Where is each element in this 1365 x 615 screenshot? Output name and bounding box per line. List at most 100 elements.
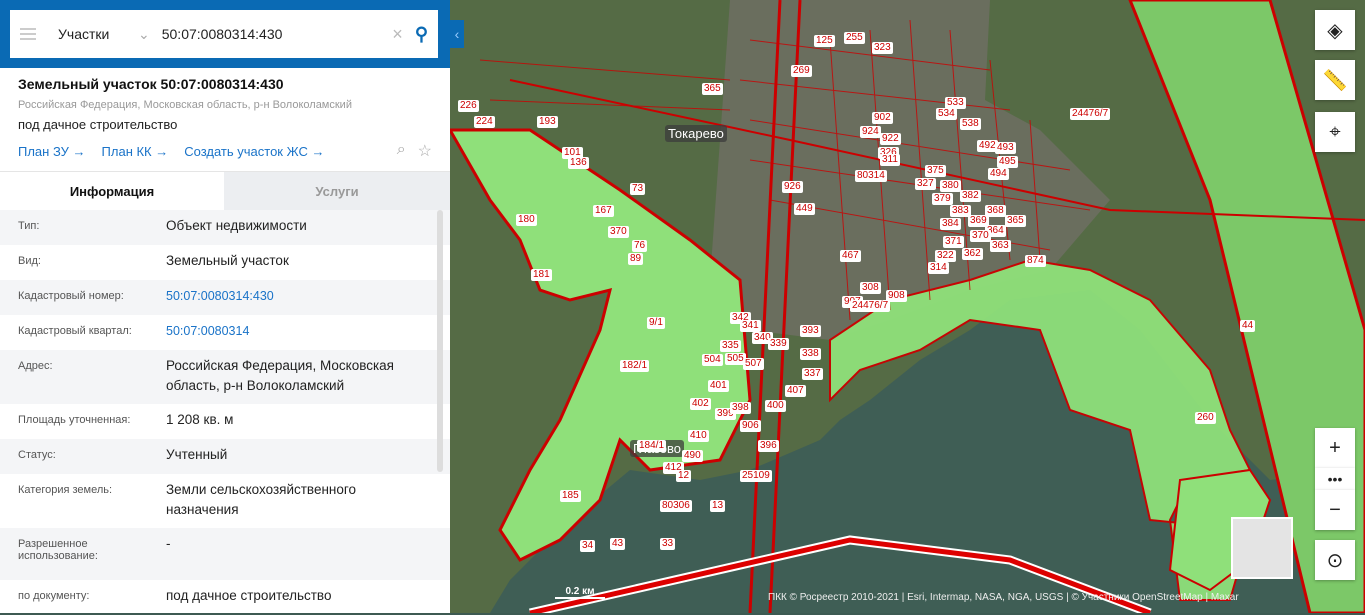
parcel-label[interactable]: 9/1: [647, 317, 665, 329]
tab-info[interactable]: Информация: [0, 172, 224, 210]
basemap-minimap[interactable]: [1231, 517, 1293, 579]
parcel-label[interactable]: 338: [800, 348, 821, 360]
parcel-label[interactable]: 407: [785, 385, 806, 397]
star-icon[interactable]: ☆: [418, 141, 432, 161]
parcel-label[interactable]: 490: [682, 450, 703, 462]
layer-select[interactable]: Участки: [58, 26, 138, 42]
scrollbar[interactable]: [437, 210, 443, 472]
parcel-label[interactable]: 410: [688, 430, 709, 442]
parcel-label[interactable]: 375: [925, 165, 946, 177]
parcel-label[interactable]: 34: [580, 540, 596, 552]
parcel-label[interactable]: 314: [928, 262, 949, 274]
parcel-label[interactable]: 449: [794, 203, 815, 215]
parcel-label[interactable]: 339: [768, 338, 789, 350]
parcel-label[interactable]: 73: [630, 183, 646, 195]
parcel-label[interactable]: 185: [560, 490, 581, 502]
parcel-label[interactable]: 922: [880, 133, 901, 145]
parcel-label[interactable]: 362: [962, 248, 983, 260]
parcel-label[interactable]: 76: [632, 240, 648, 252]
parcel-label[interactable]: 125: [814, 35, 835, 47]
parcel-label[interactable]: 507: [743, 358, 764, 370]
info-value[interactable]: 50:07:0080314:430: [166, 286, 432, 306]
parcel-label[interactable]: 874: [1025, 255, 1046, 267]
parcel-label[interactable]: 371: [943, 236, 964, 248]
parcel-label[interactable]: 136: [568, 157, 589, 169]
parcel-label[interactable]: 33: [660, 538, 676, 550]
parcel-label[interactable]: 382: [960, 190, 981, 202]
measure-button[interactable]: 📏: [1315, 60, 1355, 100]
map-canvas[interactable]: ТокаревоГлазово1252553232693652262241931…: [450, 0, 1365, 613]
parcel-label[interactable]: 44: [1240, 320, 1256, 332]
parcel-label[interactable]: 393: [800, 325, 821, 337]
zoom-to-icon[interactable]: ⌕: [397, 141, 406, 161]
parcel-label[interactable]: 926: [782, 181, 803, 193]
parcel-label[interactable]: 534: [936, 108, 957, 120]
parcel-label[interactable]: 398: [730, 402, 751, 414]
parcel-label[interactable]: 181: [531, 269, 552, 281]
parcel-label[interactable]: 363: [990, 240, 1011, 252]
parcel-label[interactable]: 384: [940, 218, 961, 230]
search-icon[interactable]: ⚲: [415, 24, 428, 45]
info-value[interactable]: 50:07:0080314: [166, 321, 432, 341]
plan-zu-link[interactable]: План ЗУ →: [18, 144, 86, 159]
plan-kk-link[interactable]: План КК →: [102, 144, 169, 159]
clear-icon[interactable]: ×: [392, 24, 403, 45]
compass-button[interactable]: ⊙: [1315, 540, 1355, 580]
parcel-label[interactable]: 184/1: [637, 440, 667, 452]
collapse-panel-button[interactable]: ‹: [450, 20, 464, 48]
parcel-label[interactable]: 255: [844, 32, 865, 44]
parcel-label[interactable]: 379: [932, 193, 953, 205]
parcel-label[interactable]: 402: [690, 398, 711, 410]
parcel-label[interactable]: 24476/7: [1070, 108, 1111, 120]
parcel-label[interactable]: 193: [537, 116, 558, 128]
parcel-label[interactable]: 396: [758, 440, 779, 452]
parcel-label[interactable]: 924: [860, 126, 881, 138]
parcel-label[interactable]: 370: [970, 230, 991, 242]
parcel-label[interactable]: 902: [872, 112, 893, 124]
parcel-label[interactable]: 89: [628, 253, 644, 265]
parcel-label[interactable]: 180: [516, 214, 537, 226]
parcel-label[interactable]: 400: [765, 400, 786, 412]
parcel-label[interactable]: 341: [740, 320, 761, 332]
parcel-label[interactable]: 380: [940, 180, 961, 192]
parcel-label[interactable]: 25109: [740, 470, 772, 482]
parcel-label[interactable]: 323: [872, 42, 893, 54]
parcel-label[interactable]: 337: [802, 368, 823, 380]
parcel-label[interactable]: 365: [1005, 215, 1026, 227]
parcel-label[interactable]: 335: [720, 340, 741, 352]
chevron-down-icon[interactable]: ⌄: [138, 26, 150, 43]
parcel-label[interactable]: 13: [710, 500, 726, 512]
parcel-label[interactable]: 494: [988, 168, 1009, 180]
parcel-label[interactable]: 365: [702, 83, 723, 95]
layers-button[interactable]: ◈: [1315, 10, 1355, 50]
parcel-label[interactable]: 43: [610, 538, 626, 550]
parcel-label[interactable]: 80314: [855, 170, 887, 182]
parcel-label[interactable]: 24476/7: [850, 300, 891, 312]
search-input[interactable]: 50:07:0080314:430: [162, 26, 393, 42]
parcel-label[interactable]: 167: [593, 205, 614, 217]
parcel-label[interactable]: 538: [960, 118, 981, 130]
parcel-label[interactable]: 906: [740, 420, 761, 432]
parcel-label[interactable]: 467: [840, 250, 861, 262]
parcel-label[interactable]: 269: [791, 65, 812, 77]
more-button[interactable]: •••: [1315, 468, 1355, 490]
parcel-label[interactable]: 327: [915, 178, 936, 190]
parcel-label[interactable]: 308: [860, 282, 881, 294]
create-parcel-link[interactable]: Создать участок ЖС →: [184, 144, 324, 159]
parcel-label[interactable]: 182/1: [620, 360, 650, 372]
parcel-label[interactable]: 495: [997, 156, 1018, 168]
parcel-label[interactable]: 224: [474, 116, 495, 128]
parcel-label[interactable]: 80306: [660, 500, 692, 512]
parcel-label[interactable]: 226: [458, 100, 479, 112]
zoom-out-button[interactable]: −: [1315, 490, 1355, 530]
parcel-label[interactable]: 370: [608, 226, 629, 238]
parcel-label[interactable]: 311: [880, 154, 900, 166]
menu-icon[interactable]: [20, 28, 36, 40]
parcel-label[interactable]: 504: [702, 354, 723, 366]
parcel-label[interactable]: 401: [708, 380, 729, 392]
locate-button[interactable]: ⌖: [1315, 112, 1355, 152]
parcel-label[interactable]: 260: [1195, 412, 1216, 424]
zoom-in-button[interactable]: +: [1315, 428, 1355, 468]
parcel-label[interactable]: 322: [935, 250, 956, 262]
tab-services[interactable]: Услуги: [224, 172, 450, 210]
